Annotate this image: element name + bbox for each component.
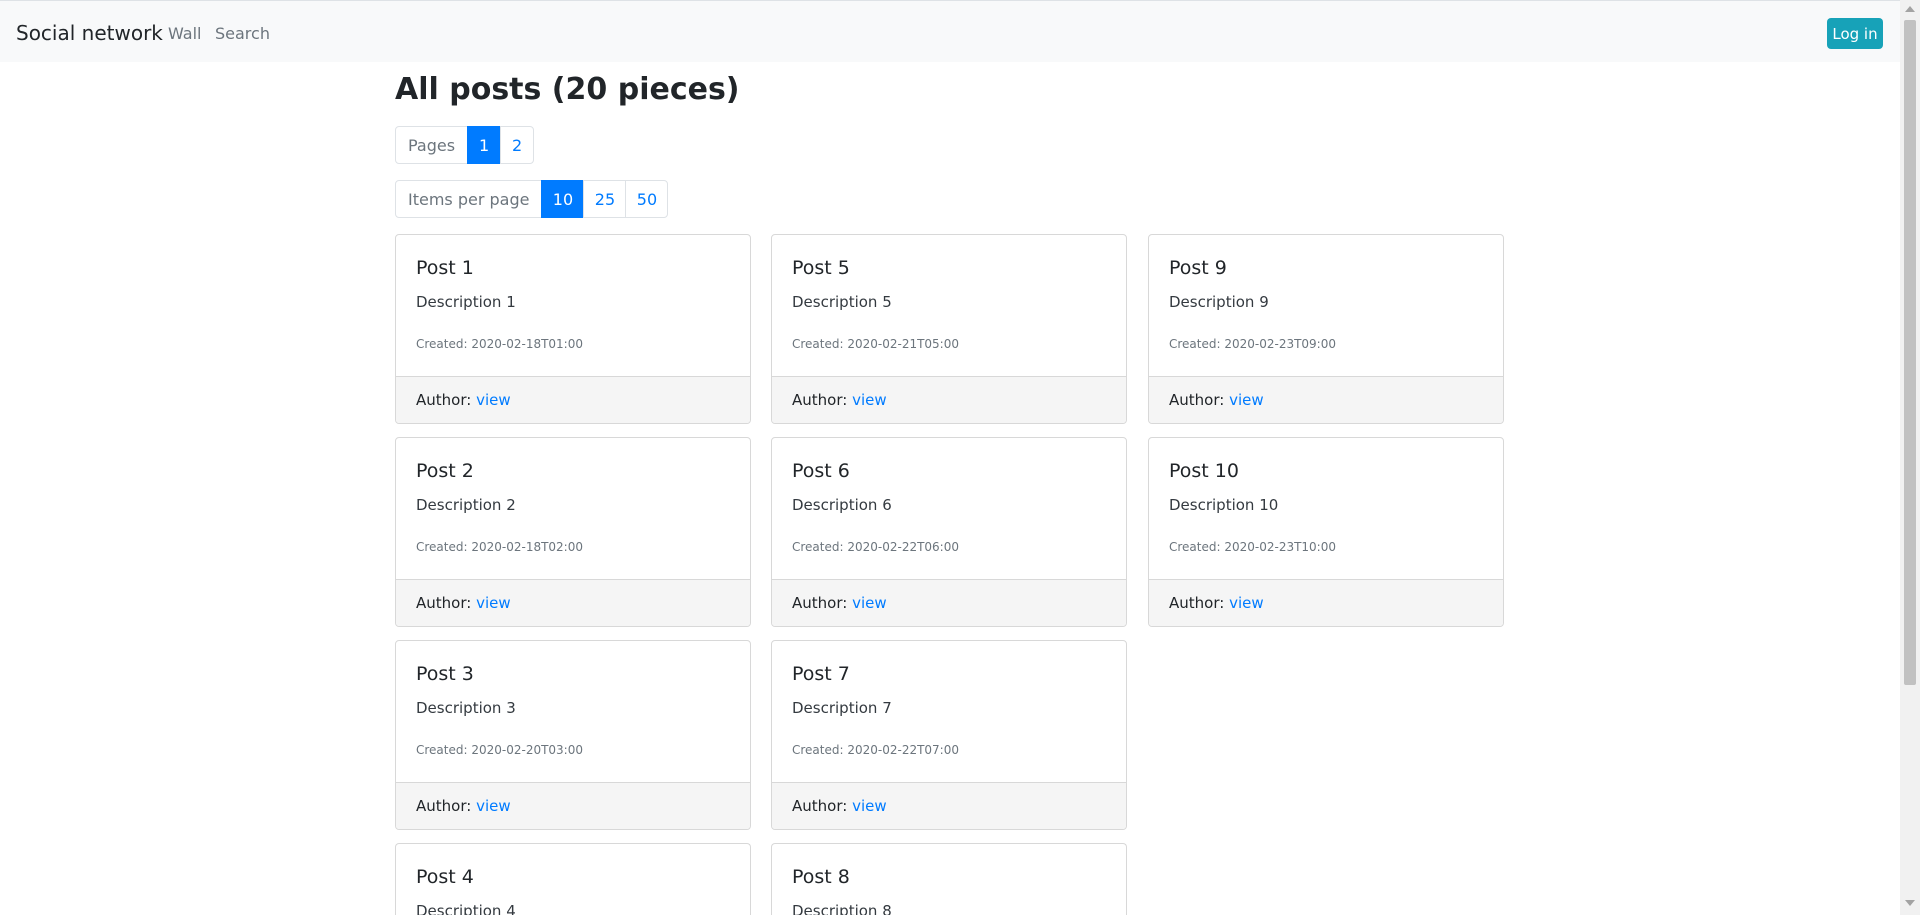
post-title: Post 4: [416, 866, 474, 888]
post-created-date: Created: 2020-02-20T03:00: [416, 743, 583, 757]
post-created-date: Created: 2020-02-23T09:00: [1169, 337, 1336, 351]
post-description: Description 8: [792, 902, 892, 915]
post-card: Post 3 Description 3 Created: 2020-02-20…: [395, 640, 751, 830]
post-card: Post 10 Description 10 Created: 2020-02-…: [1148, 437, 1504, 627]
post-card: Post 4 Description 4: [395, 843, 751, 915]
author-label: Author:: [792, 391, 848, 409]
card-footer: Author: view: [772, 782, 1126, 829]
post-description: Description 5: [792, 293, 892, 311]
author-line: Author: view: [792, 797, 887, 815]
post-created-date: Created: 2020-02-22T06:00: [792, 540, 959, 554]
post-card: Post 5 Description 5 Created: 2020-02-21…: [771, 234, 1127, 424]
author-label: Author:: [416, 797, 472, 815]
post-description: Description 6: [792, 496, 892, 514]
post-card: Post 6 Description 6 Created: 2020-02-22…: [771, 437, 1127, 627]
author-label: Author:: [792, 594, 848, 612]
post-created-date: Created: 2020-02-23T10:00: [1169, 540, 1336, 554]
post-card: Post 2 Description 2 Created: 2020-02-18…: [395, 437, 751, 627]
post-created-date: Created: 2020-02-21T05:00: [792, 337, 959, 351]
author-line: Author: view: [792, 391, 887, 409]
post-card: Post 7 Description 7 Created: 2020-02-22…: [771, 640, 1127, 830]
author-view-link[interactable]: view: [476, 797, 511, 815]
post-title: Post 10: [1169, 460, 1239, 482]
card-footer: Author: view: [772, 376, 1126, 423]
post-description: Description 3: [416, 699, 516, 717]
author-line: Author: view: [416, 797, 511, 815]
author-line: Author: view: [416, 594, 511, 612]
pagination-group: Pages 1 2: [395, 126, 535, 164]
author-line: Author: view: [416, 391, 511, 409]
vertical-scrollbar[interactable]: [1900, 0, 1920, 915]
author-label: Author:: [416, 391, 472, 409]
card-footer: Author: view: [1149, 376, 1503, 423]
page-button-1[interactable]: 1: [467, 126, 502, 164]
post-title: Post 8: [792, 866, 850, 888]
per-page-button-25[interactable]: 25: [583, 180, 627, 218]
scroll-down-arrow-icon[interactable]: [1905, 900, 1915, 906]
per-page-button-50[interactable]: 50: [625, 180, 669, 218]
author-view-link[interactable]: view: [852, 594, 887, 612]
card-footer: Author: view: [772, 579, 1126, 626]
author-label: Author:: [1169, 594, 1225, 612]
author-line: Author: view: [1169, 594, 1264, 612]
scroll-up-arrow-icon[interactable]: [1905, 6, 1915, 12]
author-view-link[interactable]: view: [1229, 594, 1264, 612]
nav-link-search[interactable]: Search: [215, 24, 270, 43]
post-description: Description 7: [792, 699, 892, 717]
items-per-page-group: Items per page 10 25 50: [395, 180, 669, 218]
post-created-date: Created: 2020-02-18T02:00: [416, 540, 583, 554]
post-card: Post 9 Description 9 Created: 2020-02-23…: [1148, 234, 1504, 424]
author-view-link[interactable]: view: [852, 797, 887, 815]
author-line: Author: view: [792, 594, 887, 612]
author-line: Author: view: [1169, 391, 1264, 409]
author-label: Author:: [792, 797, 848, 815]
post-description: Description 10: [1169, 496, 1279, 514]
page-button-2[interactable]: 2: [500, 126, 535, 164]
per-page-button-10[interactable]: 10: [541, 180, 585, 218]
author-label: Author:: [1169, 391, 1225, 409]
items-per-page-label: Items per page: [395, 180, 543, 218]
card-footer: Author: view: [1149, 579, 1503, 626]
post-card: Post 8 Description 8: [771, 843, 1127, 915]
page-title: All posts (20 pieces): [395, 72, 740, 107]
post-card: Post 1 Description 1 Created: 2020-02-18…: [395, 234, 751, 424]
post-description: Description 4: [416, 902, 516, 915]
author-view-link[interactable]: view: [852, 391, 887, 409]
author-view-link[interactable]: view: [476, 594, 511, 612]
nav-link-wall[interactable]: Wall: [168, 24, 202, 43]
post-created-date: Created: 2020-02-22T07:00: [792, 743, 959, 757]
post-title: Post 2: [416, 460, 474, 482]
scrollbar-thumb[interactable]: [1904, 20, 1916, 685]
brand-link[interactable]: Social network: [16, 21, 163, 45]
card-footer: Author: view: [396, 782, 750, 829]
post-description: Description 1: [416, 293, 516, 311]
post-created-date: Created: 2020-02-18T01:00: [416, 337, 583, 351]
post-description: Description 9: [1169, 293, 1269, 311]
card-footer: Author: view: [396, 376, 750, 423]
login-button[interactable]: Log in: [1827, 18, 1883, 49]
post-description: Description 2: [416, 496, 516, 514]
post-title: Post 3: [416, 663, 474, 685]
post-title: Post 7: [792, 663, 850, 685]
author-view-link[interactable]: view: [1229, 391, 1264, 409]
pages-label: Pages: [395, 126, 469, 164]
author-label: Author:: [416, 594, 472, 612]
post-title: Post 6: [792, 460, 850, 482]
author-view-link[interactable]: view: [476, 391, 511, 409]
navbar: Social network Wall Search Log in: [0, 0, 1900, 62]
post-title: Post 1: [416, 257, 474, 279]
post-title: Post 9: [1169, 257, 1227, 279]
card-footer: Author: view: [396, 579, 750, 626]
post-title: Post 5: [792, 257, 850, 279]
